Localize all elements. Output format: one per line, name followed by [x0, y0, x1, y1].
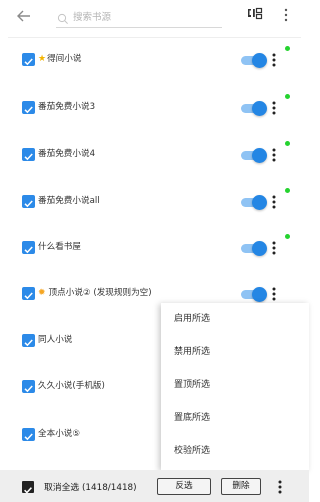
source-name: 番茄免费小说all — [38, 196, 100, 206]
list-item[interactable]: 番茄免费小说all — [8, 180, 309, 226]
more-vert-icon[interactable] — [272, 285, 276, 303]
invert-selection-button[interactable]: 反选 — [157, 478, 211, 495]
more-vert-icon[interactable] — [272, 193, 276, 211]
more-vert-icon[interactable] — [277, 478, 283, 496]
select-all-checkbox[interactable] — [22, 481, 34, 494]
search-input[interactable]: 搜索书源 — [56, 6, 222, 28]
more-vert-icon[interactable] — [272, 51, 276, 69]
source-name: 什么看书屋 — [38, 242, 81, 252]
search-icon — [57, 10, 69, 24]
enable-switch[interactable] — [241, 241, 267, 256]
checkbox[interactable] — [22, 195, 35, 208]
delete-button[interactable]: 删除 — [221, 478, 261, 495]
top-app-bar: 搜索书源 — [0, 0, 309, 38]
source-name: 番茄免费小说3 — [38, 102, 96, 112]
checkbox[interactable] — [22, 148, 35, 161]
status-dot-icon — [285, 46, 290, 51]
enable-switch[interactable] — [241, 195, 267, 210]
select-all-label: 取消全选 (1418/1418) — [44, 483, 137, 493]
source-name-row: ✹ 顶点小说② (发现规则为空) — [38, 286, 152, 298]
status-dot-icon — [285, 94, 290, 99]
menu-item-pin-bottom[interactable]: 置底所选 — [161, 402, 309, 435]
enable-switch[interactable] — [241, 53, 267, 68]
enable-switch[interactable] — [241, 287, 267, 302]
source-name: 久久小说(手机版) — [38, 381, 105, 391]
arrow-left-icon[interactable] — [14, 6, 34, 26]
checkbox[interactable] — [22, 380, 35, 393]
enable-switch[interactable] — [241, 148, 267, 163]
source-name: 番茄免费小说4 — [38, 149, 96, 159]
source-name: 顶点小说② (发现规则为空) — [48, 288, 152, 298]
selection-action-bar: 取消全选 (1418/1418) 反选 删除 — [0, 470, 309, 502]
more-vert-icon[interactable] — [272, 239, 276, 257]
star-icon: ★ — [38, 54, 47, 64]
checkbox[interactable] — [22, 287, 35, 300]
list-item[interactable]: 番茄免费小说3 — [8, 86, 309, 132]
status-dot-icon — [285, 234, 290, 239]
checkbox[interactable] — [22, 334, 35, 347]
status-dot-icon — [285, 141, 290, 146]
group-icon[interactable] — [246, 5, 264, 23]
sun-icon: ✹ — [38, 288, 46, 298]
more-vert-icon[interactable] — [272, 146, 276, 164]
checkbox[interactable] — [22, 241, 35, 254]
status-dot-icon — [285, 188, 290, 193]
more-vert-icon[interactable] — [283, 6, 289, 24]
source-name: 全本小说⑤ — [38, 429, 81, 439]
list-item[interactable]: 什么看书屋 — [8, 226, 309, 272]
source-name-row: ★得间小说 — [38, 52, 81, 64]
source-name: 同人小说 — [38, 335, 73, 345]
more-vert-icon[interactable] — [272, 99, 276, 117]
checkbox[interactable] — [22, 428, 35, 441]
enable-switch[interactable] — [241, 101, 267, 116]
menu-item-disable-selected[interactable]: 禁用所选 — [161, 336, 309, 369]
search-placeholder: 搜索书源 — [73, 12, 112, 23]
list-item[interactable]: ★得间小说 — [8, 38, 309, 84]
menu-item-enable-selected[interactable]: 启用所选 — [161, 303, 309, 336]
checkbox[interactable] — [22, 101, 35, 114]
list-item[interactable]: 番茄免费小说4 — [8, 133, 309, 179]
selection-popup-menu: 启用所选 禁用所选 置顶所选 置底所选 校验所选 — [161, 303, 309, 470]
source-name: 得间小说 — [47, 54, 82, 64]
menu-item-pin-top[interactable]: 置顶所选 — [161, 369, 309, 402]
checkbox[interactable] — [22, 53, 35, 66]
menu-item-check-selected[interactable]: 校验所选 — [161, 435, 309, 468]
